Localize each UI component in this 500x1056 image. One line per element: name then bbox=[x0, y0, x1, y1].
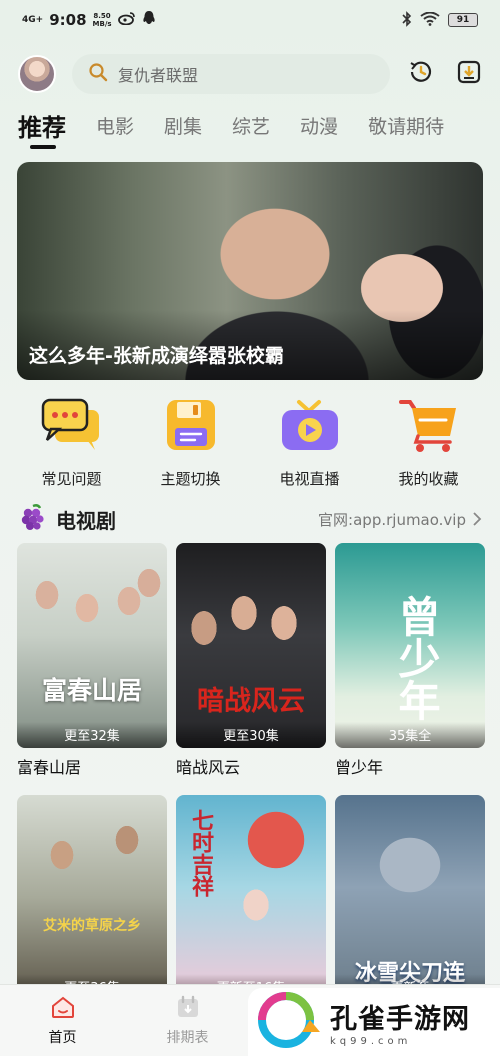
banner-caption: 这么多年-张新成演绎嚣张校霸 bbox=[29, 345, 284, 367]
grapes-icon bbox=[18, 503, 46, 535]
grid-row: 艾米的草原之乡 更至36集 七时吉祥 更新至16集 冰雪尖刀连 更新至 bbox=[17, 795, 485, 1006]
poster-art-title: 暗战风云 bbox=[197, 686, 305, 717]
episode-badge: 35集全 bbox=[335, 722, 485, 748]
poster: 曾少年 35集全 bbox=[335, 543, 485, 748]
quick-label-live-tv: 电视直播 bbox=[279, 470, 340, 488]
network-speed: 8.50 MB/s bbox=[93, 12, 112, 28]
poster: 冰雪尖刀连 更新至 bbox=[335, 795, 485, 1000]
poster: 暗战风云 更至30集 bbox=[176, 543, 326, 748]
media-card[interactable]: 艾米的草原之乡 更至36集 bbox=[17, 795, 167, 1006]
chevron-right-icon bbox=[473, 512, 482, 526]
tab-variety[interactable]: 综艺 bbox=[232, 108, 270, 139]
tab-coming-soon[interactable]: 敬请期待 bbox=[368, 108, 444, 139]
status-bar: 4G+ 9:08 8.50 MB/s 91 bbox=[0, 0, 500, 40]
poster-art-title: 曾少年 bbox=[392, 595, 441, 721]
download-icon[interactable] bbox=[456, 59, 482, 89]
nav-home[interactable]: 首页 bbox=[0, 995, 125, 1047]
tab-movies[interactable]: 电影 bbox=[96, 108, 134, 139]
episode-badge: 更至30集 bbox=[176, 722, 326, 748]
media-card[interactable]: 七时吉祥 更新至16集 bbox=[176, 795, 326, 1006]
grid-row: 富春山居 更至32集 富春山居 暗战风云 更至30集 暗战风云 曾少年 35集全… bbox=[17, 543, 485, 778]
battery-indicator: 91 bbox=[448, 13, 478, 27]
nav-home-label: 首页 bbox=[48, 1030, 77, 1046]
featured-banner[interactable]: 这么多年-张新成演绎嚣张校霸 bbox=[17, 162, 483, 380]
speed-value: 8.50 bbox=[93, 12, 111, 20]
card-title: 富春山居 bbox=[17, 758, 82, 777]
wifi-icon bbox=[420, 11, 440, 29]
bluetooth-icon bbox=[402, 10, 412, 30]
speed-unit: MB/s bbox=[92, 20, 112, 28]
network-type: 4G+ bbox=[22, 14, 44, 25]
tv-icon bbox=[279, 396, 341, 458]
quick-item-faq[interactable]: 常见问题 bbox=[17, 396, 127, 492]
media-card[interactable]: 曾少年 35集全 曾少年 bbox=[335, 543, 485, 778]
quick-item-favorites[interactable]: 我的收藏 bbox=[374, 396, 484, 492]
poster-art-title: 艾米的草原之乡 bbox=[43, 918, 141, 934]
qq-icon bbox=[142, 10, 156, 30]
card-title: 暗战风云 bbox=[176, 758, 241, 777]
quick-label-faq: 常见问题 bbox=[41, 470, 102, 488]
section-more-link[interactable]: 官网:app.rjumao.vip bbox=[318, 509, 482, 530]
cart-icon bbox=[398, 396, 460, 458]
section-link-text: 官网:app.rjumao.vip bbox=[318, 510, 466, 529]
weibo-icon bbox=[117, 11, 136, 29]
watermark-title: 孔雀手游网 bbox=[330, 1004, 470, 1035]
search-icon bbox=[88, 62, 108, 86]
quick-label-theme: 主题切换 bbox=[160, 470, 221, 488]
quick-item-theme[interactable]: 主题切换 bbox=[136, 396, 246, 492]
quick-menu: 常见问题 主题切换 电视直播 我的收藏 bbox=[0, 396, 500, 492]
clock: 9:08 bbox=[49, 11, 87, 29]
search-input[interactable]: 复仇者联盟 bbox=[72, 54, 390, 94]
watermark-text: 孔雀手游网 kq99.com bbox=[330, 997, 470, 1047]
nav-schedule[interactable]: 排期表 bbox=[125, 995, 250, 1047]
media-card[interactable]: 暗战风云 更至30集 暗战风云 bbox=[176, 543, 326, 778]
calendar-icon bbox=[176, 995, 200, 1023]
quick-item-live-tv[interactable]: 电视直播 bbox=[255, 396, 365, 492]
card-title: 曾少年 bbox=[335, 758, 384, 777]
poster: 七时吉祥 更新至16集 bbox=[176, 795, 326, 1000]
poster-art-title: 七时吉祥 bbox=[188, 809, 213, 897]
poster: 富春山居 更至32集 bbox=[17, 543, 167, 748]
save-disk-icon bbox=[162, 396, 220, 458]
history-icon[interactable] bbox=[408, 59, 434, 89]
tab-recommend[interactable]: 推荐 bbox=[18, 108, 66, 149]
home-icon bbox=[50, 995, 76, 1023]
poster-art-title: 富春山居 bbox=[41, 676, 142, 705]
tab-series[interactable]: 剧集 bbox=[164, 108, 202, 139]
avatar[interactable] bbox=[18, 55, 56, 93]
episode-badge: 更至32集 bbox=[17, 722, 167, 748]
site-watermark: 孔雀手游网 kq99.com bbox=[248, 988, 500, 1056]
media-card[interactable]: 富春山居 更至32集 富春山居 bbox=[17, 543, 167, 778]
poster: 艾米的草原之乡 更至36集 bbox=[17, 795, 167, 1000]
nav-schedule-label: 排期表 bbox=[166, 1030, 209, 1046]
section-header-tv: 电视剧 官网:app.rjumao.vip bbox=[18, 503, 482, 535]
chat-bubbles-icon bbox=[41, 396, 103, 458]
quick-label-favorites: 我的收藏 bbox=[398, 470, 459, 488]
tv-grid: 富春山居 更至32集 富春山居 暗战风云 更至30集 暗战风云 曾少年 35集全… bbox=[17, 543, 485, 1023]
watermark-url: kq99.com bbox=[330, 1036, 412, 1047]
peacock-logo-icon bbox=[256, 992, 322, 1052]
section-title: 电视剧 bbox=[56, 508, 116, 533]
media-card[interactable]: 冰雪尖刀连 更新至 bbox=[335, 795, 485, 1006]
top-bar: 复仇者联盟 bbox=[0, 52, 500, 96]
category-tabs: 推荐 电影 剧集 综艺 动漫 敬请期待 bbox=[18, 108, 500, 152]
search-placeholder: 复仇者联盟 bbox=[118, 66, 199, 85]
tab-anime[interactable]: 动漫 bbox=[300, 108, 338, 139]
